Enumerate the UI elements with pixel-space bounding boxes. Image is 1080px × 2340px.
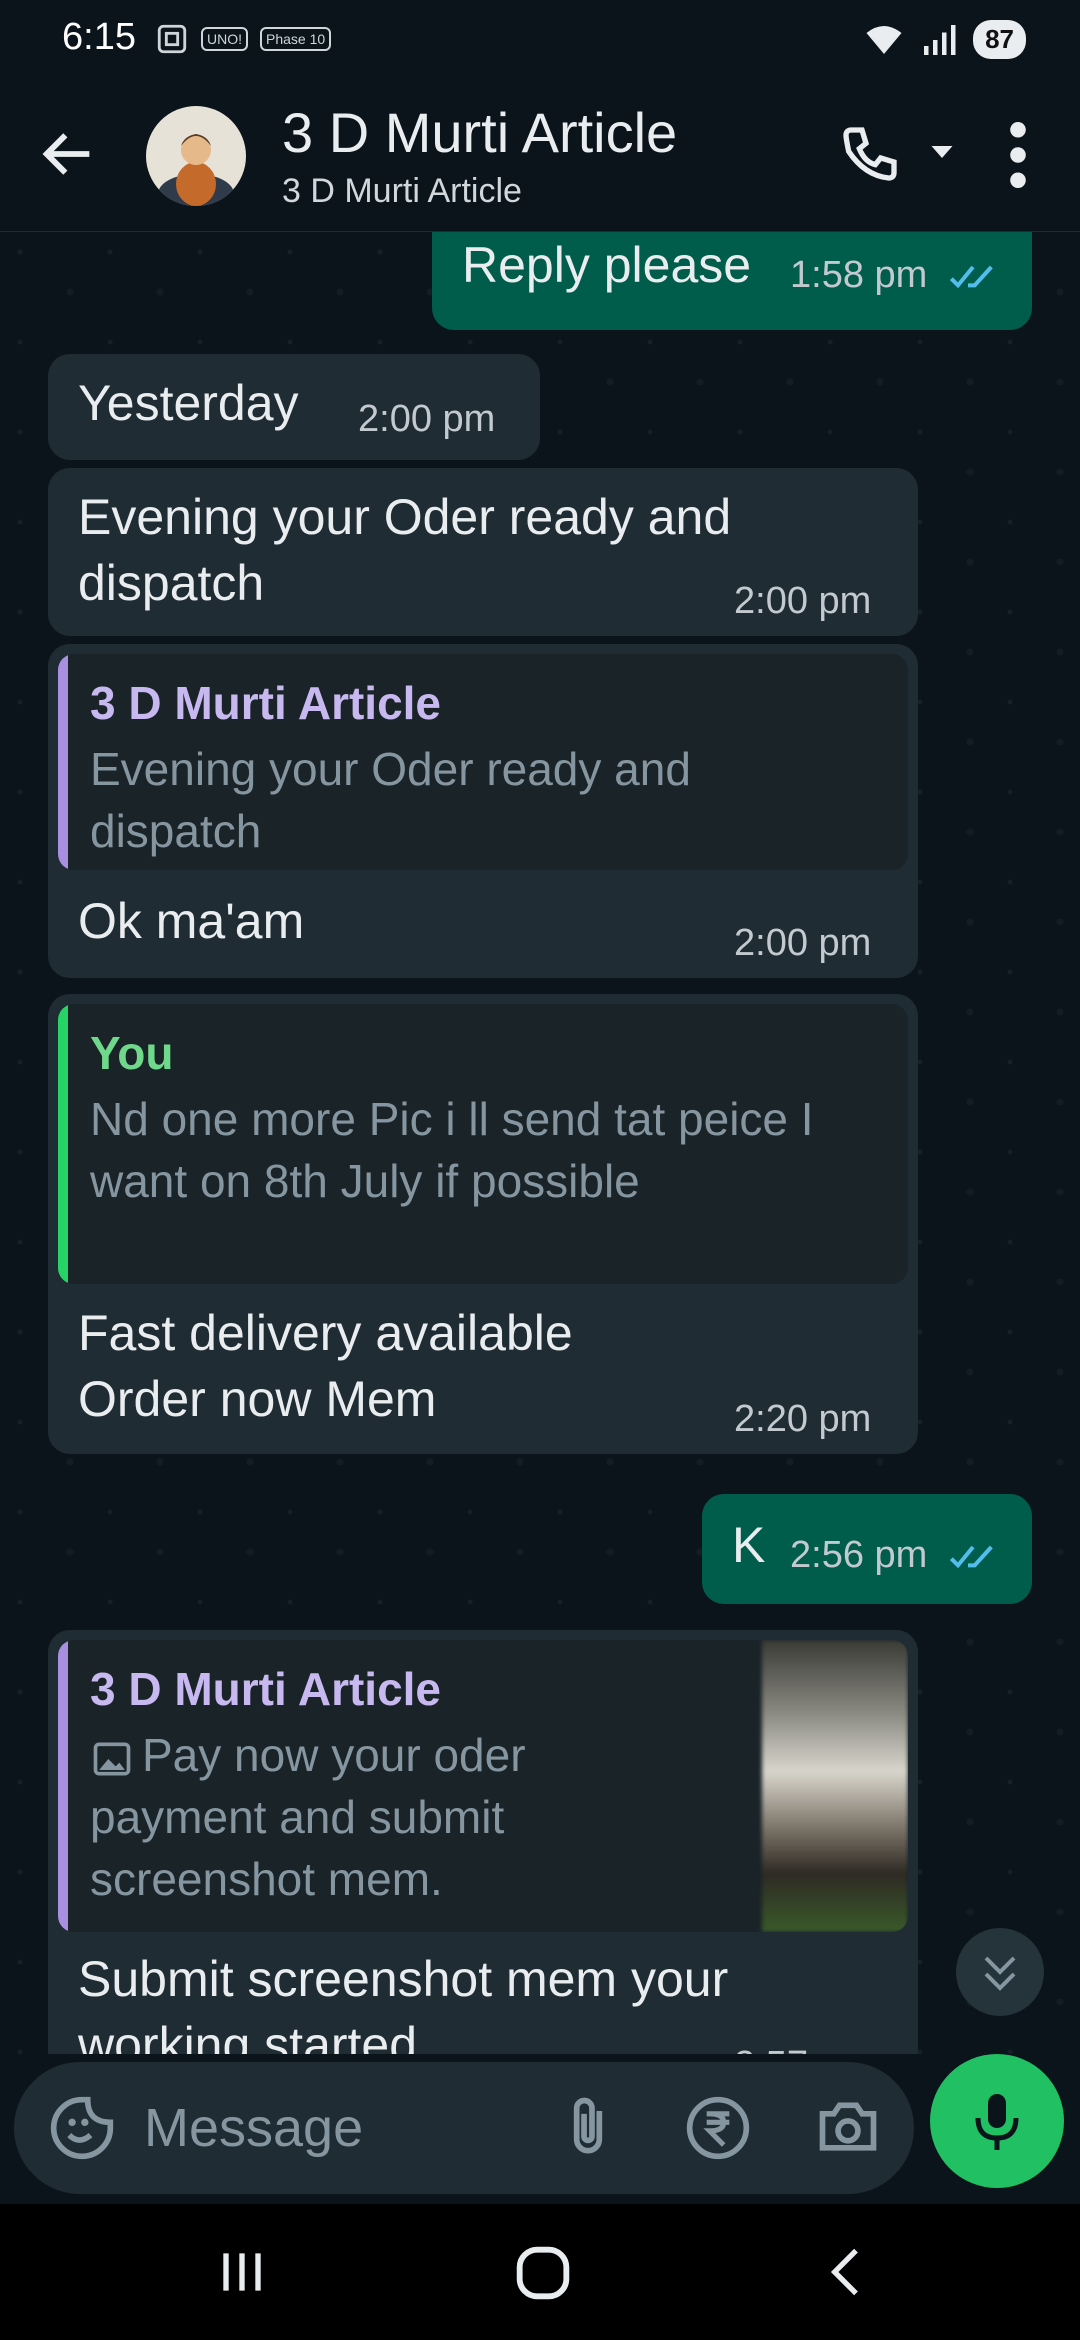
incoming-message[interactable]: Evening your Oder ready and dispatch 2:0… (48, 468, 918, 636)
quote-author: 3 D Murti Article (90, 1663, 442, 1715)
contact-name[interactable]: 3 D Murti Article (282, 100, 677, 165)
recent-apps-icon[interactable] (210, 2240, 274, 2304)
incoming-message[interactable]: You Nd one more Pic i ll send tat peice … (48, 994, 918, 1454)
rupee-payment-icon[interactable] (684, 2094, 752, 2162)
chat-message-list[interactable]: Reply please 1:58 pm Yesterday 2:00 pm E… (0, 232, 1080, 2054)
message-composer (14, 2062, 914, 2194)
message-time: 2:56 pm (790, 1534, 998, 1577)
message-time: 2:20 pm (734, 1398, 872, 1440)
message-time: 1:58 pm (790, 254, 998, 297)
message-text: Ok ma'am (78, 893, 305, 949)
signal-icon (924, 24, 956, 55)
quote-author: 3 D Murti Article (90, 677, 442, 729)
image-icon (93, 1742, 131, 1776)
camera-icon[interactable] (814, 2094, 882, 2162)
quoted-image-thumbnail (762, 1640, 908, 1932)
more-options-icon[interactable] (1000, 120, 1036, 190)
phone-call-icon[interactable] (838, 122, 902, 186)
message-text-line: working started (78, 2017, 418, 2054)
message-text: Evening your Oder ready and dispatch (78, 489, 732, 611)
status-notification-icons: UNO! Phase 10 (155, 22, 332, 56)
message-time: 2:00 pm (734, 922, 872, 964)
double-check-read-icon (949, 265, 993, 289)
message-text: Yesterday (78, 375, 299, 431)
quote-text: Pay now your oder payment and submit scr… (90, 1729, 526, 1905)
outgoing-message[interactable]: K 2:56 pm (702, 1494, 1032, 1604)
message-text: Reply please (462, 237, 752, 293)
message-text-line: Order now Mem (78, 1371, 437, 1427)
screenshot-icon (157, 24, 187, 54)
outgoing-message[interactable]: Reply please 1:58 pm (432, 232, 1032, 330)
quote-text: Nd one more Pic i ll send tat peice I wa… (90, 1093, 814, 1207)
chevron-down-icon[interactable] (924, 134, 960, 170)
quoted-message[interactable]: 3 D Murti Article Evening your Oder read… (58, 654, 908, 870)
paperclip-icon[interactable] (554, 2094, 622, 2162)
chat-header: 3 D Murti Article 3 D Murti Article (0, 84, 1080, 232)
voice-record-button[interactable] (930, 2054, 1064, 2188)
message-time: 2:57 (734, 2044, 808, 2054)
emoji-sticker-icon[interactable] (48, 2094, 116, 2162)
scroll-to-bottom-button[interactable] (956, 1928, 1044, 2016)
status-bar: 6:15 UNO! Phase 10 87 (0, 0, 1080, 84)
contact-subtitle[interactable]: 3 D Murti Article (282, 172, 522, 211)
quote-author: You (90, 1027, 174, 1079)
quote-text: Evening your Oder ready and dispatch (90, 743, 691, 857)
message-input[interactable] (144, 2094, 524, 2162)
status-time: 6:15 (62, 16, 136, 58)
incoming-message[interactable]: 3 D Murti Article Evening your Oder read… (48, 644, 918, 978)
avatar[interactable] (146, 106, 246, 206)
quoted-message[interactable]: 3 D Murti Article Pay now your oder paym… (58, 1640, 908, 1932)
message-text: K (732, 1517, 766, 1573)
quoted-message[interactable]: You Nd one more Pic i ll send tat peice … (58, 1004, 908, 1284)
back-arrow-icon[interactable] (36, 122, 100, 186)
double-check-read-icon (949, 1545, 993, 1569)
message-time: 2:00 pm (734, 580, 872, 622)
incoming-message[interactable]: 3 D Murti Article Pay now your oder paym… (48, 1630, 918, 2054)
battery-indicator: 87 (973, 20, 1026, 59)
uno-app-icon: UNO! (201, 27, 248, 51)
nav-back-icon[interactable] (816, 2240, 880, 2304)
incoming-message[interactable]: Yesterday 2:00 pm (48, 354, 540, 460)
home-icon[interactable] (508, 2238, 578, 2308)
message-time: 2:00 pm (358, 398, 496, 440)
wifi-icon (866, 25, 902, 54)
double-chevron-down-icon (984, 1956, 1016, 1991)
message-text-line: Submit screenshot mem your (78, 1951, 729, 2007)
system-navigation-bar (0, 2204, 1080, 2340)
phase10-app-icon: Phase 10 (260, 27, 332, 51)
message-text-line: Fast delivery available (78, 1305, 573, 1361)
microphone-icon (975, 2094, 1019, 2150)
